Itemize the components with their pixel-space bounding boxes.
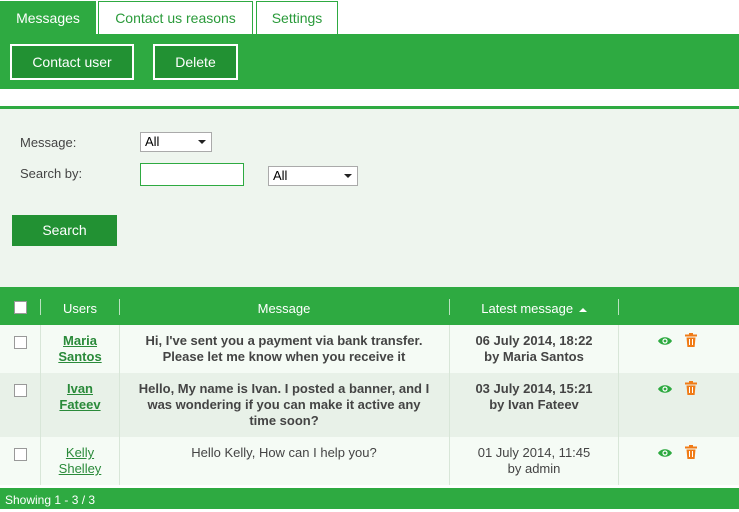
message-line: Hello, My name is Ivan. I posted a banne… <box>138 381 430 396</box>
cell-divider <box>618 437 619 485</box>
search-by-label: Search by: <box>20 166 83 181</box>
select-all-checkbox[interactable] <box>14 301 27 314</box>
message-author: by Ivan Fateev <box>489 397 579 412</box>
column-latest-label: Latest message <box>481 301 574 316</box>
message-filter-select[interactable]: All <box>140 132 212 152</box>
search-by-value: All <box>273 168 288 183</box>
search-by-select[interactable]: All <box>268 166 358 186</box>
message-line: Hi, I've sent you a payment via bank tra… <box>145 333 423 348</box>
row-checkbox[interactable] <box>14 448 27 461</box>
user-last-name: Fateev <box>59 397 101 412</box>
cell-divider <box>40 325 41 373</box>
pagination-status: Showing 1 - 3 / 3 <box>0 488 739 509</box>
chevron-down-icon <box>198 140 206 144</box>
message-author: by admin <box>507 461 561 476</box>
message-line: was wondering if you can make it active … <box>147 397 421 412</box>
message-date: 03 July 2014, 15:21 <box>475 381 593 396</box>
message-preview[interactable]: Hello Kelly, How can I help you? <box>120 445 448 461</box>
delete-button[interactable]: Delete <box>153 44 238 80</box>
search-button[interactable]: Search <box>12 215 117 246</box>
latest-message-info: 03 July 2014, 15:21 by Ivan Fateev <box>450 381 618 413</box>
user-first-name: Maria <box>63 333 97 348</box>
user-first-name: Ivan <box>66 381 93 396</box>
user-link[interactable]: Ivan Fateev <box>42 381 118 413</box>
chevron-down-icon <box>344 174 352 178</box>
tab-contact-us-reasons[interactable]: Contact us reasons <box>98 1 253 35</box>
table-header: Users Message Latest message <box>0 287 739 325</box>
latest-message-info: 01 July 2014, 11:45 by admin <box>450 445 618 477</box>
column-divider <box>618 299 619 315</box>
sort-asc-icon <box>578 307 587 312</box>
latest-message-info: 06 July 2014, 18:22 by Maria Santos <box>450 333 618 365</box>
tab-settings[interactable]: Settings <box>256 1 338 35</box>
table-row: Maria Santos Hi, I've sent you a payment… <box>0 325 739 373</box>
eye-icon[interactable] <box>657 333 673 349</box>
cell-divider <box>618 325 619 373</box>
message-author: by Maria Santos <box>484 349 584 364</box>
tab-bar: Messages Contact us reasons Settings <box>0 0 739 35</box>
toolbar: Contact user Delete <box>0 34 739 89</box>
eye-icon[interactable] <box>657 381 673 397</box>
row-checkbox[interactable] <box>14 336 27 349</box>
message-line: Hello Kelly, How can I help you? <box>191 445 377 460</box>
trash-icon[interactable] <box>683 380 699 396</box>
eye-icon[interactable] <box>657 445 673 461</box>
tab-messages[interactable]: Messages <box>0 1 96 35</box>
user-first-name: Kelly <box>65 445 95 460</box>
contact-user-button[interactable]: Contact user <box>10 44 134 80</box>
message-filter-label: Message: <box>20 135 77 150</box>
search-input[interactable] <box>140 163 244 186</box>
trash-icon[interactable] <box>683 332 699 348</box>
trash-icon[interactable] <box>683 444 699 460</box>
table-row: Ivan Fateev Hello, My name is Ivan. I po… <box>0 373 739 437</box>
filter-panel: Message: All Search by: All Search <box>0 106 739 287</box>
cell-divider <box>618 373 619 437</box>
message-date: 01 July 2014, 11:45 <box>477 445 591 460</box>
cell-divider <box>40 373 41 437</box>
user-last-name: Shelley <box>58 461 102 476</box>
column-message[interactable]: Message <box>120 287 448 325</box>
user-link[interactable]: Maria Santos <box>42 333 118 365</box>
message-line: time soon? <box>249 413 319 428</box>
user-last-name: Santos <box>58 349 102 364</box>
message-filter-value: All <box>145 134 160 149</box>
user-link[interactable]: Kelly Shelley <box>42 445 118 477</box>
message-preview[interactable]: Hello, My name is Ivan. I posted a banne… <box>120 381 448 429</box>
column-users[interactable]: Users <box>41 287 119 325</box>
message-date: 06 July 2014, 18:22 <box>475 333 593 348</box>
message-line: Please let me know when you receive it <box>162 349 406 364</box>
table-row: Kelly Shelley Hello Kelly, How can I hel… <box>0 437 739 485</box>
column-latest-message[interactable]: Latest message <box>450 287 618 325</box>
message-preview[interactable]: Hi, I've sent you a payment via bank tra… <box>120 333 448 365</box>
row-checkbox[interactable] <box>14 384 27 397</box>
cell-divider <box>40 437 41 485</box>
